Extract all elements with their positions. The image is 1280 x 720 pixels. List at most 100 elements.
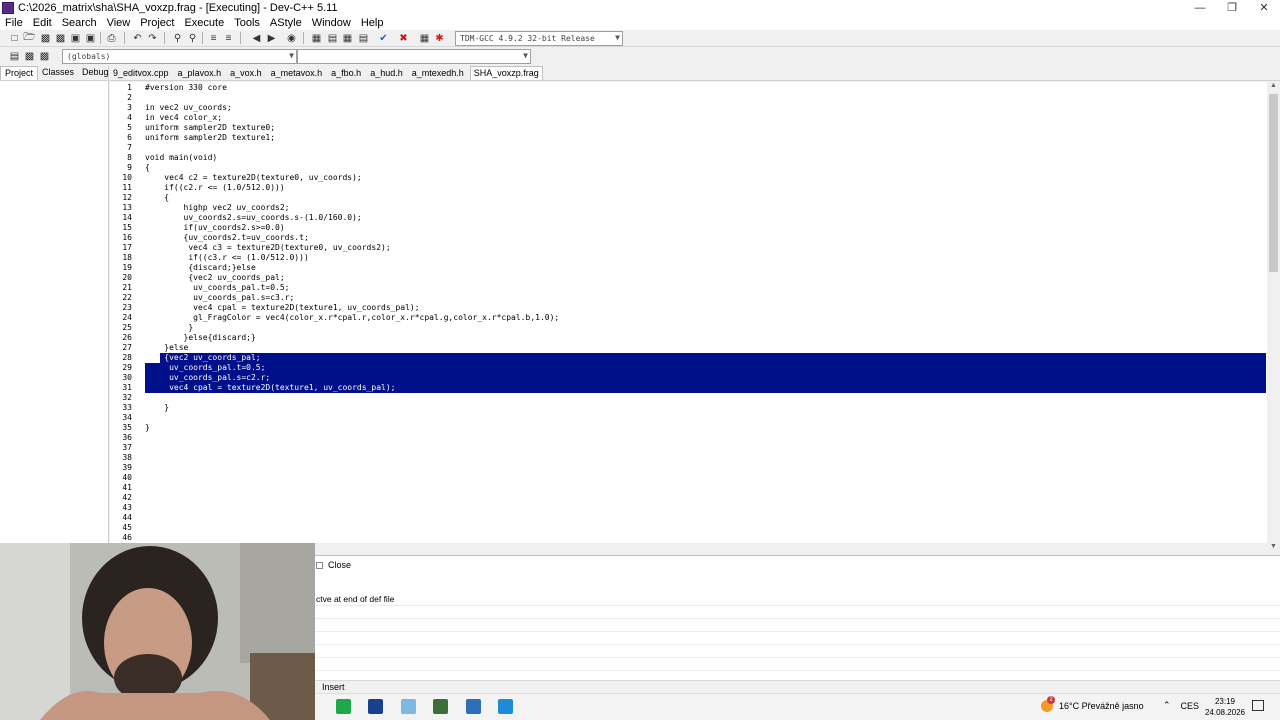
code-line: gl_FragColor = vec4(color_x.r*cpal.r,col… (145, 313, 560, 322)
tab-classes[interactable]: Classes (38, 66, 78, 80)
code-editor[interactable]: 1 2 3 4 5 6 7 8 9 10 11 12 13 14 15 16 17 18 19 20 21 22 23 24 2… (110, 82, 1267, 543)
menu-project[interactable]: Project (135, 17, 179, 29)
tab-file-sha-voxzp[interactable]: SHA_voxzp.frag (469, 66, 543, 80)
code-line: } (145, 423, 150, 432)
tab-file-vox[interactable]: a_vox.h (227, 67, 265, 80)
code-line: {discard;}else (145, 263, 256, 272)
scope-select[interactable]: (globals) ▼ (62, 49, 297, 64)
line-number: 32 (122, 393, 132, 402)
message-row (314, 659, 1280, 671)
tab-file-mtexedh[interactable]: a_mtexedh.h (409, 67, 467, 80)
close-all-icon[interactable]: ▣ (83, 31, 98, 45)
unindent-icon[interactable]: ≡ (221, 31, 236, 45)
indent-icon[interactable]: ≡ (206, 31, 221, 45)
toggle-bookmark-icon[interactable]: ◉ (284, 31, 299, 45)
code-line: uv_coords2.s=uv_coords.s-(1.0/160.0); (145, 213, 362, 222)
goto-forward-icon[interactable]: ▶ (264, 31, 279, 45)
code-line: { (145, 163, 150, 172)
scroll-up-icon[interactable]: ▲ (1267, 82, 1280, 92)
taskbar-app-icon[interactable] (336, 699, 351, 714)
replace-icon[interactable]: ⚲ (185, 31, 200, 45)
line-number: 30 (122, 373, 132, 382)
debug-icon[interactable]: ✱ (432, 31, 447, 45)
menu-help[interactable]: Help (356, 17, 389, 29)
check-syntax-icon[interactable]: ✔ (376, 31, 391, 45)
system-tray: ⌃ CES (1163, 700, 1199, 711)
find-icon[interactable]: ⚲ (170, 31, 185, 45)
notification-icon[interactable] (1252, 700, 1264, 711)
tab-debug[interactable]: Debug (78, 66, 113, 80)
tab-file-hud[interactable]: a_hud.h (367, 67, 406, 80)
toggle-icon[interactable]: ▦ (340, 31, 355, 45)
menu-execute[interactable]: Execute (179, 17, 229, 29)
print-icon[interactable]: ⎙ (104, 31, 119, 45)
line-number: 24 (122, 313, 132, 322)
window-title: C:\2026_matrix\sha\SHA_voxzp.frag - [Exe… (18, 1, 338, 14)
save-icon[interactable]: ▩ (38, 31, 53, 45)
tab-file-plavox[interactable]: a_plavox.h (175, 67, 225, 80)
webcam-overlay (0, 543, 315, 720)
language-indicator[interactable]: CES (1181, 701, 1200, 711)
compiler-select[interactable]: TDM-GCC 4.9.2 32-bit Release ▼ (455, 31, 623, 46)
clock[interactable]: 23:19 24.08.2026 (1200, 696, 1250, 718)
taskbar-app-icon[interactable] (498, 699, 513, 714)
menu-view[interactable]: View (102, 17, 136, 29)
taskbar-explorer-icon[interactable] (401, 699, 416, 714)
tab-file-editvox[interactable]: 9_editvox.cpp (110, 67, 172, 80)
line-number: 1 (127, 83, 132, 92)
line-number: 22 (122, 293, 132, 302)
menu-search[interactable]: Search (57, 17, 102, 29)
line-number: 5 (127, 123, 132, 132)
symbol-select[interactable]: ▼ (297, 49, 531, 64)
weather-widget[interactable]: 2 16°C Převážně jasno (1041, 696, 1144, 712)
profile-icon[interactable]: ▦ (417, 31, 432, 45)
menu-bar: File Edit Search View Project Execute To… (0, 15, 1280, 30)
message-row[interactable]: ctve at end of def file (314, 594, 1280, 606)
editor-vertical-scrollbar[interactable]: ▲ ▼ (1267, 82, 1280, 553)
menu-astyle[interactable]: AStyle (265, 17, 307, 29)
open-file-icon[interactable]: 🗁 (22, 31, 37, 45)
menu-window[interactable]: Window (307, 17, 356, 29)
insert-icon[interactable]: ▤ (325, 31, 340, 45)
line-number: 44 (122, 513, 132, 522)
menu-tools[interactable]: Tools (229, 17, 265, 29)
minimize-icon[interactable]: — (1184, 0, 1216, 15)
redo-icon[interactable]: ↷ (145, 31, 160, 45)
taskbar-app-icon[interactable] (433, 699, 448, 714)
tab-file-metavox[interactable]: a_metavox.h (268, 67, 326, 80)
close-icon[interactable]: ✕ (1248, 0, 1280, 15)
tray-chevron-up-icon[interactable]: ⌃ (1163, 700, 1171, 711)
weather-badge: 2 (1047, 696, 1055, 704)
undo-icon[interactable]: ↶ (130, 31, 145, 45)
goto-definition-icon[interactable]: ▩ (37, 49, 52, 63)
line-number: 19 (122, 263, 132, 272)
line-number: 12 (122, 193, 132, 202)
line-number: 43 (122, 503, 132, 512)
line-number: 18 (122, 253, 132, 262)
goto-declaration-icon[interactable]: ▩ (22, 49, 37, 63)
save-all-icon[interactable]: ▩ (53, 31, 68, 45)
new-file-icon[interactable]: □ (7, 31, 22, 45)
new-project-icon[interactable]: ▦ (309, 31, 324, 45)
close-icon (316, 561, 323, 569)
close-file-icon[interactable]: ▣ (68, 31, 83, 45)
goto-back-icon[interactable]: ◀ (249, 31, 264, 45)
taskbar-devcpp-icon[interactable] (368, 699, 383, 714)
scrollbar-thumb[interactable] (1269, 94, 1278, 272)
menu-edit[interactable]: Edit (28, 17, 57, 29)
code-line: } (145, 403, 170, 412)
restore-icon[interactable]: ❐ (1216, 0, 1248, 15)
class-browser-icon[interactable]: ▤ (356, 31, 371, 45)
code-line: if((c2.r <= (1.0/512.0))) (145, 183, 285, 192)
menu-file[interactable]: File (0, 17, 28, 29)
stop-execution-icon[interactable]: ✖ (396, 31, 411, 45)
scroll-down-icon[interactable]: ▼ (1267, 543, 1280, 553)
code-line: highp vec2 uv_coords2; (145, 203, 290, 212)
tab-file-fbo[interactable]: a_fbo.h (328, 67, 364, 80)
code-line: uv_coords_pal.s=c2.r; (145, 373, 271, 382)
taskbar-app-icon[interactable] (466, 699, 481, 714)
line-number: 20 (122, 273, 132, 282)
close-messages-button[interactable]: Close (316, 560, 351, 570)
tab-project[interactable]: Project (0, 66, 39, 80)
insert-code-icon[interactable]: ▤ (7, 49, 22, 63)
